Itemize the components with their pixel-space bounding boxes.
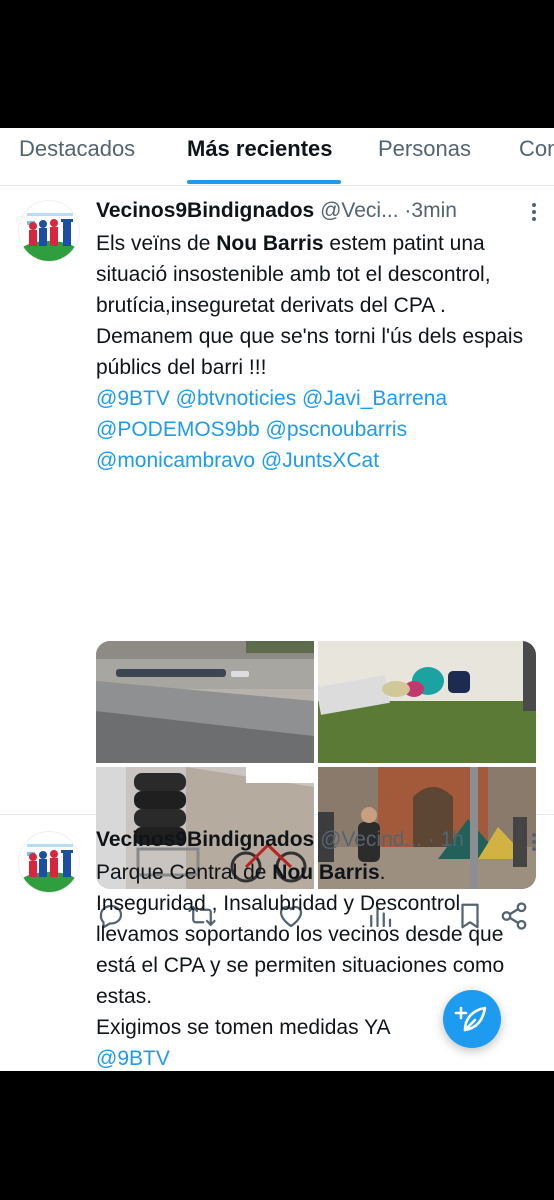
text-segment: Parque Central de [96,861,273,884]
more-icon[interactable] [532,833,536,854]
photo-mattresses[interactable] [318,641,536,763]
mentions[interactable]: @9BTV @btvnoticies @Javi_Barrena @PODEMO… [96,383,538,476]
active-tab-indicator [187,180,341,184]
timestamp[interactable]: 3min [411,199,457,222]
display-name[interactable]: Vecinos9Bindignados [96,199,314,222]
timestamp[interactable]: 1h [441,828,464,851]
text-bold: Nou Barris [216,232,324,255]
tweet-text: Els veïns de Nou Barris estem patint una… [96,228,538,476]
tab-con[interactable]: Con [519,136,554,162]
photo-ledge[interactable] [96,641,314,763]
tab-destacados[interactable]: Destacados [19,136,135,162]
separator-dot: · [427,828,435,851]
compose-icon [454,1006,487,1032]
handle[interactable]: @Veci... [320,199,399,222]
text-segment: Demanem que que se'ns torni l'ús dels es… [96,325,524,379]
avatar-logo [19,213,79,261]
tab-personas[interactable]: Personas [378,136,471,162]
tab-mas-recientes[interactable]: Más recientes [187,136,333,162]
display-name[interactable]: Vecinos9Bindignados [96,828,314,851]
avatar[interactable] [18,200,80,262]
tweet-header: Vecinos9Bindignados @Vecind... · 1h [96,825,538,855]
tweet[interactable]: Vecinos9Bindignados @Veci... ·3min Els v… [0,186,554,930]
tab-bar: Destacados Más recientes Personas Con [0,128,554,186]
text-segment: Els veïns de [96,232,217,255]
avatar-logo [19,844,79,892]
compose-button[interactable] [443,990,501,1048]
timeline-screen: Destacados Más recientes Personas Con V [0,128,554,1071]
handle[interactable]: @Vecind... [320,828,422,851]
avatar[interactable] [18,831,80,893]
text-segment: . [379,861,386,884]
text-bold: Nou Barris [272,861,380,884]
more-icon[interactable] [532,203,536,224]
tweet-header: Vecinos9Bindignados @Veci... ·3min [96,196,538,226]
